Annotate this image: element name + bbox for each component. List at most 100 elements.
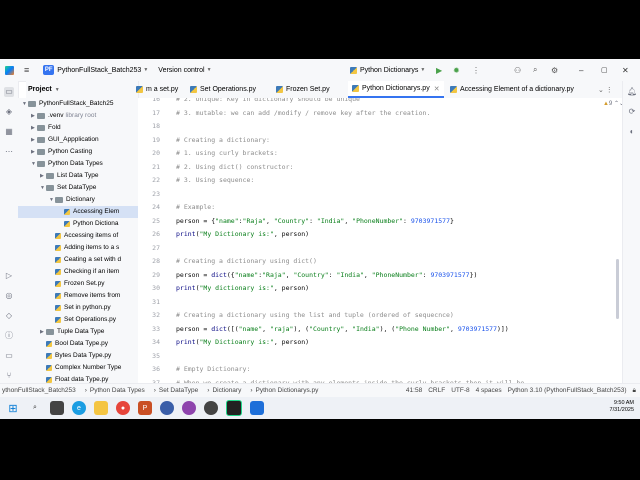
indent-setting[interactable]: 4 spaces [476, 387, 502, 394]
code-token: "Phone Number" [395, 324, 451, 333]
tree-file[interactable]: Complex Number Type [18, 362, 138, 374]
code-token: : [328, 270, 337, 279]
tree-folder[interactable]: ▶ List Data Type [18, 170, 138, 182]
warning-count: 9 [608, 101, 613, 107]
python-file-icon [55, 233, 61, 239]
git-icon[interactable]: ⑂ [4, 371, 14, 381]
python-interpreter[interactable]: Python 3.10 (PythonFullStack_Batch253) [508, 387, 627, 394]
pycharm-icon[interactable] [226, 400, 242, 416]
app-icon[interactable] [160, 401, 174, 415]
terminal-icon[interactable]: ▭ [4, 351, 14, 361]
run-icon[interactable]: ▶ [436, 66, 442, 75]
app-icon[interactable] [204, 401, 218, 415]
tab-active[interactable]: Python Dictionarys.py ✕ [348, 81, 444, 98]
tree-file[interactable]: Set in python.py [18, 302, 138, 314]
line-number: 26 [152, 230, 160, 238]
tree-file[interactable]: Python Dictiona [18, 218, 138, 230]
app-icon[interactable] [250, 401, 264, 415]
python-packages-icon[interactable]: ◎ [4, 291, 14, 301]
code-token: # Creating a dictionary using the list a… [176, 311, 454, 319]
more-tools-icon[interactable]: ⋯ [4, 147, 14, 157]
code-token: "PhoneNumber" [352, 216, 404, 225]
lock-icon[interactable]: 🔒︎ [633, 387, 636, 395]
code-token: person = [176, 324, 212, 333]
breadcrumb-item[interactable]: Dictionary [212, 387, 241, 394]
ai-assistant-icon[interactable]: ⟳ [627, 107, 637, 117]
more-actions-icon[interactable]: ⋮ [472, 66, 480, 75]
close-tab-icon[interactable]: ✕ [434, 85, 440, 93]
line-separator[interactable]: CRLF [428, 387, 445, 394]
database-icon[interactable]: ◐ [627, 127, 637, 137]
project-folder-icon[interactable]: ▭ [4, 87, 14, 97]
powerpoint-icon[interactable]: P [138, 401, 152, 415]
clock-date: 7/31/2025 [609, 407, 634, 413]
commit-icon[interactable]: ◈ [4, 107, 14, 117]
maximize-icon[interactable]: ▢ [601, 66, 608, 74]
settings-gear-icon[interactable]: ⚙ [551, 66, 558, 75]
problems-icon[interactable]: ⓘ [4, 331, 14, 341]
editor-scrollbar[interactable] [616, 259, 619, 319]
file-encoding[interactable]: UTF-8 [451, 387, 469, 394]
tree-file[interactable]: Accessing items of [18, 230, 138, 242]
breadcrumb-item[interactable]: Set DataType [159, 387, 198, 394]
file-explorer-icon[interactable] [94, 401, 108, 415]
run-tool-icon[interactable]: ▷ [4, 271, 14, 281]
tree-folder[interactable]: ▼ Dictionary [18, 194, 138, 206]
code-token: "My dictionary is:" [199, 284, 274, 292]
tab-1[interactable]: m a set.py [136, 81, 178, 98]
breadcrumb-item[interactable]: Python Data Types [90, 387, 145, 394]
system-clock[interactable]: 9:50 AM 7/31/2025 [610, 400, 634, 414]
tab-2[interactable]: Set Operations.py [190, 81, 256, 98]
tree-folder[interactable]: ▼ Python Data Types [18, 158, 138, 170]
notifications-icon[interactable]: 🔔︎ [627, 87, 637, 97]
tree-file[interactable]: Checking if an item [18, 266, 138, 278]
tree-folder[interactable]: ▼ Set DataType [18, 182, 138, 194]
tab-3[interactable]: Frozen Set.py [276, 81, 330, 98]
project-switcher[interactable]: PF PythonFullStack_Batch253 ▼ [43, 65, 148, 75]
tree-file[interactable]: Accessing Elem [18, 206, 138, 218]
code-token: person = { [176, 216, 216, 225]
tree-file[interactable]: Ceating a set with d [18, 254, 138, 266]
search-icon[interactable]: ⌕ [28, 401, 42, 415]
tabs-overflow-icon[interactable]: ⌄ ⋮ [598, 81, 613, 98]
tree-file[interactable]: Adding items to a s [18, 242, 138, 254]
layers-icon[interactable]: ◇ [4, 311, 14, 321]
breadcrumb-item[interactable]: ythonFullStack_Batch253 [2, 387, 76, 394]
tree-folder[interactable]: ▶ Fold [18, 122, 138, 134]
edge-icon[interactable]: e [72, 401, 86, 415]
tab-5[interactable]: Accessing Element of a dictionary.py [450, 81, 574, 98]
structure-icon[interactable]: ▦ [4, 127, 14, 137]
chrome-icon[interactable]: ● [116, 401, 130, 415]
main-menu-icon[interactable]: ≡ [24, 65, 29, 75]
minimize-icon[interactable]: – [579, 66, 583, 75]
close-icon[interactable]: ✕ [622, 66, 629, 75]
tree-file[interactable]: Bool Data Type.py [18, 338, 138, 350]
tree-file[interactable]: Set Operations.py [18, 314, 138, 326]
breadcrumb-item[interactable]: Python Dictionarys.py [256, 387, 319, 394]
tree-folder[interactable]: ▶ Python Casting [18, 146, 138, 158]
tree-file[interactable]: Frozen Set.py [18, 278, 138, 290]
tree-node-label: Remove items from [64, 292, 121, 299]
inspection-widget[interactable]: ▲9 ⌃⌄ [603, 100, 624, 107]
app-logo-icon[interactable] [5, 65, 14, 75]
code-token: "Raja" [262, 270, 286, 279]
tree-folder[interactable]: ▶ .venv library root [18, 110, 138, 122]
run-config-selector[interactable]: Python Dictionarys ▼ [350, 66, 425, 74]
tree-file[interactable]: Remove items from [18, 290, 138, 302]
search-icon[interactable]: ⌕ [533, 65, 537, 75]
code-editor[interactable]: 16 17 18 19 20 21 22 23 24 25 26 27 28 29 30 31 32 33 34 35… [138, 98, 628, 383]
task-view-icon[interactable] [50, 401, 64, 415]
tree-file[interactable]: Float data Type.py [18, 374, 138, 383]
windows-start-icon[interactable]: ⊞ [6, 401, 20, 415]
debug-icon[interactable]: ✹ [453, 66, 460, 75]
tree-folder[interactable]: ▶ GUI_Appplication [18, 134, 138, 146]
code-token: # Empty Dictionary: [176, 365, 251, 373]
tree-file[interactable]: Bytes Data Type.py [18, 350, 138, 362]
vcs-widget[interactable]: Version control ▼ [158, 67, 211, 74]
tree-folder[interactable]: ▼ PythonFullStack_Batch25 [18, 98, 138, 110]
cursor-position[interactable]: 41:58 [406, 387, 422, 394]
project-panel-header[interactable]: Project ▼ [26, 81, 139, 98]
tree-folder[interactable]: ▶ Tuple Data Type [18, 326, 138, 338]
app-icon[interactable] [182, 401, 196, 415]
account-icon[interactable]: ⚇ [514, 66, 521, 75]
